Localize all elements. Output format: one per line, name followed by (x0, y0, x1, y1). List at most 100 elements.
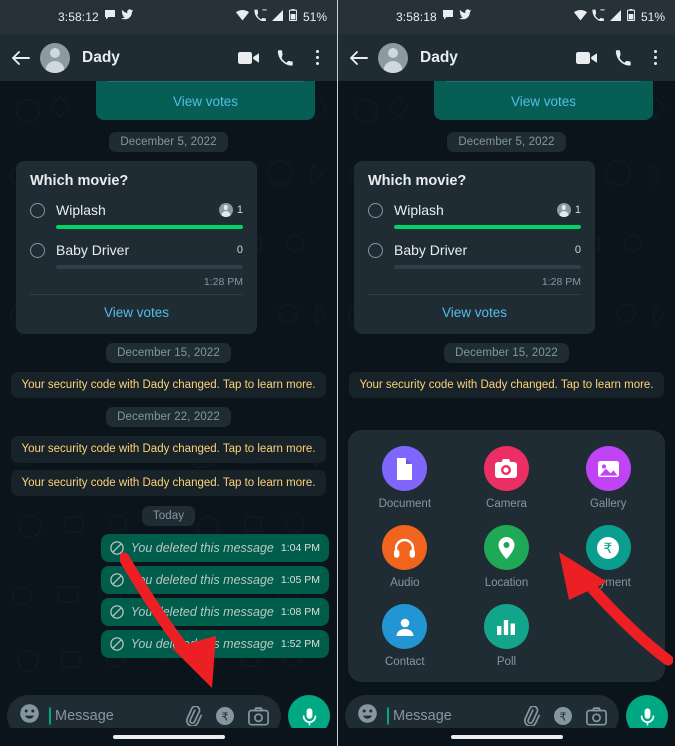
contact-name[interactable]: Dady (82, 49, 228, 67)
poll-option-radio[interactable] (30, 242, 45, 258)
voter-avatar-icon (218, 203, 233, 217)
poll-option-radio[interactable] (368, 202, 383, 218)
attachment-label: Contact (385, 656, 425, 668)
poll-option-row[interactable]: Wiplash 1 (30, 202, 243, 218)
attachment-option-audio[interactable]: Audio (354, 525, 456, 589)
message-timestamp: 1:52 PM (280, 638, 320, 651)
attachment-option-gallery[interactable]: Gallery (557, 446, 659, 510)
contact-avatar[interactable] (40, 42, 70, 73)
voter-avatar-icon (556, 203, 571, 217)
message-scroll[interactable]: View votes December 5, 2022 Which movie?… (0, 81, 337, 686)
attachment-label: Camera (486, 498, 527, 510)
outgoing-poll-bubble-partial[interactable]: View votes (96, 81, 315, 120)
paperclip-attach-icon[interactable] (182, 706, 202, 726)
poll-option-row[interactable]: Baby Driver 0 (30, 242, 243, 258)
home-indicator[interactable] (112, 735, 225, 739)
poll-question: Which movie? (30, 173, 129, 189)
attachment-option-contact[interactable]: Contact (354, 604, 456, 668)
camera-icon[interactable] (586, 706, 607, 726)
attachment-option-location[interactable]: Location (456, 525, 558, 589)
attachment-option-camera[interactable]: Camera (456, 446, 558, 510)
camera-icon[interactable] (248, 706, 269, 726)
security-code-message[interactable]: Your security code with Dady changed. Ta… (11, 469, 326, 497)
attachment-option-payment[interactable]: ₹ Payment (557, 525, 659, 589)
attachment-label: Payment (585, 577, 631, 589)
poll-option[interactable]: Wiplash 1 (368, 202, 581, 229)
emoji-icon[interactable] (357, 703, 378, 729)
view-votes-button[interactable]: View votes (368, 294, 581, 330)
deleted-message-bubble[interactable]: You deleted this message 1:05 PM (100, 566, 329, 595)
poll-option-label: Baby Driver (394, 242, 468, 258)
poll-option[interactable]: Wiplash 1 (30, 202, 243, 229)
phone-call-icon[interactable] (615, 49, 633, 67)
poll-option-count-value: 0 (574, 244, 581, 256)
incoming-poll-card[interactable]: Which movie? Wiplash 1 Baby Driver 0 1:2… (16, 161, 257, 334)
poll-option[interactable]: Baby Driver 0 (368, 242, 581, 269)
message-row: You deleted this message 1:08 PM (8, 598, 329, 627)
paperclip-attach-icon[interactable] (520, 706, 540, 726)
contact-avatar[interactable] (378, 42, 408, 73)
back-arrow-icon[interactable] (348, 48, 368, 68)
attachment-label: Audio (390, 577, 420, 589)
emoji-icon[interactable] (19, 703, 40, 729)
poll-option-row[interactable]: Baby Driver 0 (368, 242, 581, 258)
outgoing-poll-bubble-partial[interactable]: View votes (434, 81, 653, 120)
video-call-icon[interactable] (237, 50, 260, 66)
view-votes-button[interactable]: View votes (30, 294, 243, 330)
contact-name[interactable]: Dady (420, 49, 566, 67)
text-caret (49, 707, 51, 725)
security-code-message[interactable]: Your security code with Dady changed. Ta… (11, 436, 326, 463)
attachment-option-document[interactable]: Document (354, 446, 456, 510)
svg-text:₹: ₹ (560, 711, 567, 724)
deleted-message-text: You deleted this message (130, 573, 274, 588)
date-separator: Today (8, 506, 329, 527)
status-bar-left: 3:58:12 (58, 9, 134, 25)
app-bar-actions (237, 48, 323, 67)
poll-option-count-value: 0 (236, 244, 243, 256)
poll-option-radio[interactable] (368, 242, 383, 258)
phone-screen-right: 3:58:18 51% Dady View votes December 5, … (338, 0, 675, 746)
message-input-field[interactable]: Message (49, 707, 173, 725)
message-timestamp: 1:08 PM (280, 606, 320, 619)
attachment-options-sheet: Document Camera Gallery Audio Location ₹… (348, 430, 665, 682)
poll-option[interactable]: Baby Driver 0 (30, 242, 243, 269)
home-indicator[interactable] (450, 735, 563, 739)
battery-icon (288, 9, 298, 25)
view-votes-button[interactable]: View votes (108, 81, 303, 109)
phone-call-icon[interactable] (277, 49, 295, 67)
security-code-message[interactable]: Your security code with Dady changed. Ta… (349, 372, 664, 399)
view-votes-button[interactable]: View votes (446, 81, 641, 109)
battery-percent: 51% (302, 10, 327, 24)
date-chip: December 15, 2022 (106, 343, 231, 363)
poll-option-radio[interactable] (30, 202, 45, 218)
camera-icon (483, 446, 529, 491)
overflow-menu-icon[interactable] (312, 48, 323, 67)
document-icon (382, 446, 428, 491)
overflow-menu-icon[interactable] (650, 48, 661, 67)
deleted-message-bubble[interactable]: You deleted this message 1:04 PM (100, 534, 329, 563)
wifi-icon (573, 9, 587, 25)
date-chip: December 5, 2022 (447, 132, 566, 152)
security-code-message[interactable]: Your security code with Dady changed. Ta… (11, 372, 326, 399)
svg-text:₹: ₹ (604, 541, 613, 557)
system-message-row: Your security code with Dady changed. Ta… (346, 372, 667, 399)
deleted-message-bubble[interactable]: You deleted this message 1:52 PM (100, 630, 329, 659)
back-arrow-icon[interactable] (10, 48, 30, 68)
poll-option-row[interactable]: Wiplash 1 (368, 202, 581, 218)
battery-icon (626, 9, 636, 25)
attachment-option-poll[interactable]: Poll (456, 604, 558, 668)
wifi-icon (235, 9, 249, 25)
deleted-message-bubble[interactable]: You deleted this message 1:08 PM (100, 598, 329, 627)
poll-option-meter (394, 225, 581, 229)
message-input-field[interactable]: Message (387, 707, 511, 725)
attachment-label: Poll (496, 656, 517, 668)
rupee-payment-icon[interactable]: ₹ (215, 706, 235, 726)
attachment-label: Location (484, 577, 529, 589)
rupee-payment-icon[interactable]: ₹ (553, 706, 573, 726)
video-call-icon[interactable] (575, 50, 598, 66)
date-separator: December 5, 2022 (8, 132, 329, 152)
chat-app-bar: Dady (338, 34, 675, 81)
poll-timestamp: 1:28 PM (203, 276, 243, 288)
incoming-poll-card[interactable]: Which movie? Wiplash 1 Baby Driver 0 1:2… (354, 161, 595, 334)
poll-option-count: 1 (556, 203, 581, 217)
